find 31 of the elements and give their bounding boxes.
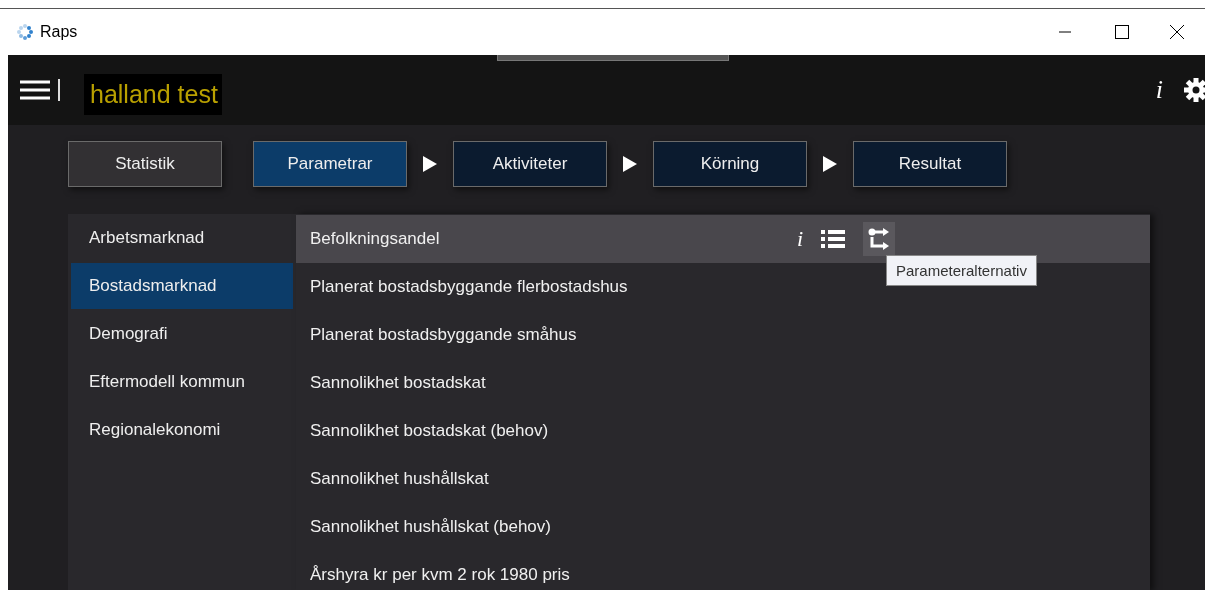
arrow-icon (423, 156, 437, 172)
category-item[interactable]: Arbetsmarknad (71, 215, 293, 261)
step-tab[interactable]: Parametrar (253, 141, 407, 187)
arrow-icon (623, 156, 637, 172)
parameter-item[interactable]: Planerat bostadsbyggande flerbostadshus (310, 277, 628, 297)
category-item[interactable]: Demografi (71, 311, 293, 357)
project-name: halland test (84, 73, 222, 115)
step-tab[interactable]: Aktiviteter (453, 141, 607, 187)
category-item[interactable]: Bostadsmarknad (71, 263, 293, 309)
step-tab[interactable]: Statistik (68, 141, 222, 187)
alternatives-button[interactable] (863, 222, 895, 256)
step-tab[interactable]: Körning (653, 141, 807, 187)
category-item[interactable]: Eftermodell kommun (71, 359, 293, 405)
parameter-item[interactable]: Sannolikhet bostadskat (behov) (310, 421, 549, 441)
info-button[interactable]: i (796, 226, 803, 252)
info-button[interactable]: i (1155, 75, 1163, 105)
settings-icon[interactable] (1183, 77, 1205, 103)
menu-icon[interactable] (20, 79, 50, 101)
app-logo-icon (16, 23, 34, 41)
parameter-item[interactable]: Årshyra kr per kvm 2 rok 1980 pris (310, 565, 570, 585)
window-title: Raps (40, 23, 78, 41)
category-item[interactable]: Regionalekonomi (71, 407, 293, 453)
list-icon[interactable] (821, 230, 845, 248)
step-tab[interactable]: Resultat (853, 141, 1007, 187)
parameter-item[interactable]: Sannolikhet hushållskat (behov) (310, 517, 551, 537)
parameter-item[interactable]: Sannolikhet bostadskat (310, 373, 486, 393)
arrow-icon (823, 156, 837, 172)
tooltip: Parameteralternativ (886, 255, 1037, 286)
parameter-item[interactable]: Sannolikhet hushållskat (310, 469, 489, 489)
parameter-item[interactable]: Befolkningsandel i (296, 215, 1150, 263)
parameter-item[interactable]: Planerat bostadsbyggande småhus (310, 325, 577, 345)
